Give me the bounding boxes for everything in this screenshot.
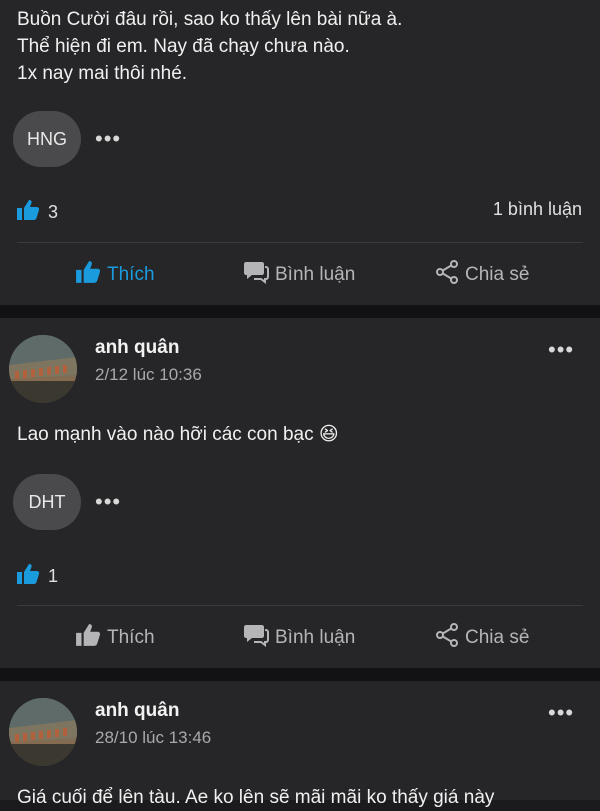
post-text-line: Buồn Cười đâu rồi, sao ko thấy lên bài n… bbox=[17, 9, 403, 30]
thumbs-up-icon bbox=[75, 623, 101, 653]
post-text: Lao mạnh vào nào hỡi các con bạc 😆 bbox=[17, 421, 339, 448]
like-button[interactable]: Thích bbox=[75, 618, 155, 658]
avatar[interactable] bbox=[9, 335, 77, 403]
post-text: Giá cuối để lên tàu. Ae ko lên sẽ mãi mã… bbox=[17, 787, 495, 808]
like-label: Thích bbox=[107, 264, 155, 285]
more-dots-icon[interactable]: ••• bbox=[95, 491, 121, 513]
thumbs-up-icon bbox=[16, 199, 40, 226]
post-text-line: 1x nay mai thôi nhé. bbox=[17, 63, 188, 84]
share-icon bbox=[435, 623, 459, 653]
comment-label: Bình luận bbox=[275, 627, 356, 648]
post-actions: Thích Bình luận Chia sẻ bbox=[0, 618, 600, 658]
post-card-2: anh quân 2/12 lúc 10:36 ••• Lao mạnh vào… bbox=[0, 318, 600, 668]
author-name[interactable]: anh quân bbox=[95, 700, 179, 722]
post-card-1: Buồn Cười đâu rồi, sao ko thấy lên bài n… bbox=[0, 0, 600, 305]
share-label: Chia sẻ bbox=[465, 627, 530, 648]
like-button[interactable]: Thích bbox=[75, 255, 155, 295]
post-card-3: anh quân 28/10 lúc 13:46 ••• Giá cuối để… bbox=[0, 681, 600, 808]
like-count-value: 3 bbox=[48, 202, 59, 222]
like-count-value: 1 bbox=[48, 566, 59, 586]
like-count[interactable]: 3 bbox=[16, 199, 58, 226]
post-date[interactable]: 2/12 lúc 10:36 bbox=[95, 365, 202, 385]
comment-label: Bình luận bbox=[275, 264, 356, 285]
commenter-avatar[interactable]: DHT bbox=[13, 474, 81, 530]
divider bbox=[17, 242, 583, 243]
post-actions: Thích Bình luận Chia sẻ bbox=[0, 255, 600, 295]
share-button[interactable]: Chia sẻ bbox=[435, 255, 529, 295]
divider bbox=[17, 605, 583, 606]
author-name[interactable]: anh quân bbox=[95, 337, 179, 359]
more-dots-icon[interactable]: ••• bbox=[95, 128, 121, 150]
post-text-content: Lao mạnh vào nào hỡi các con bạc bbox=[17, 424, 314, 445]
comment-count[interactable]: 1 bình luận bbox=[493, 199, 582, 220]
more-dots-icon[interactable]: ••• bbox=[548, 702, 574, 724]
share-icon bbox=[435, 260, 459, 290]
comment-button[interactable]: Bình luận bbox=[243, 618, 355, 658]
comment-button[interactable]: Bình luận bbox=[243, 255, 355, 295]
post-text-line: Thể hiện đi em. Nay đã chạy chưa nào. bbox=[17, 36, 350, 57]
post-separator bbox=[0, 668, 600, 681]
comment-icon bbox=[243, 260, 269, 290]
more-dots-icon[interactable]: ••• bbox=[548, 339, 574, 361]
comment-icon bbox=[243, 623, 269, 653]
avatar[interactable] bbox=[9, 698, 77, 766]
share-button[interactable]: Chia sẻ bbox=[435, 618, 529, 658]
share-label: Chia sẻ bbox=[465, 264, 530, 285]
like-count[interactable]: 1 bbox=[16, 563, 58, 590]
thumbs-up-icon bbox=[16, 563, 40, 590]
like-label: Thích bbox=[107, 627, 155, 648]
thumbs-up-icon bbox=[75, 260, 101, 290]
commenter-avatar[interactable]: HNG bbox=[13, 111, 81, 167]
post-separator bbox=[0, 305, 600, 318]
laughing-emoji-icon: 😆 bbox=[318, 424, 339, 445]
post-date[interactable]: 28/10 lúc 13:46 bbox=[95, 728, 211, 748]
